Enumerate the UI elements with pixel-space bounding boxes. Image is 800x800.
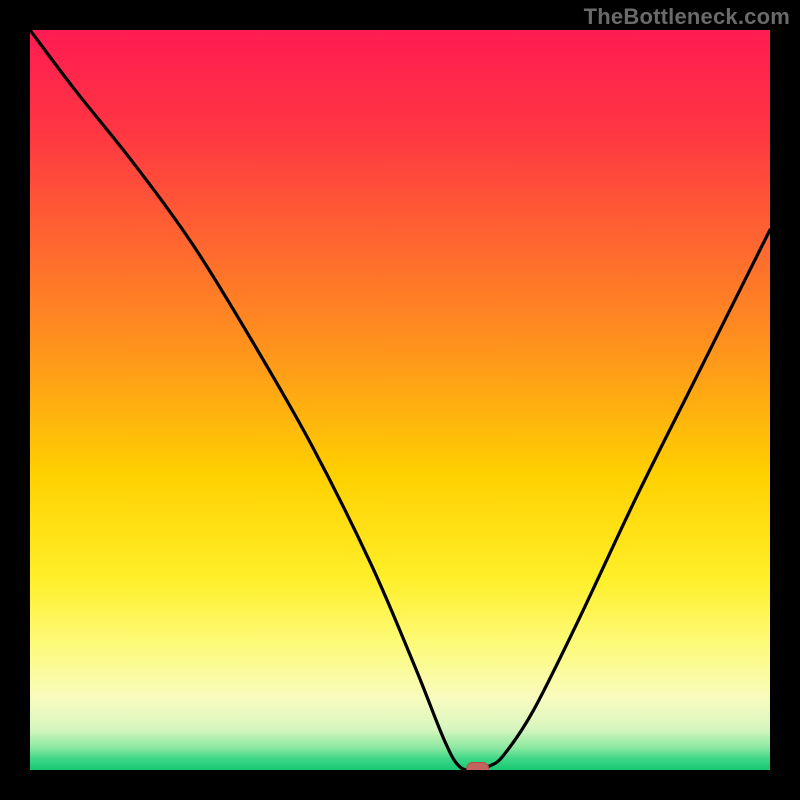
chart-frame: { "watermark": "TheBottleneck.com", "col… xyxy=(0,0,800,800)
watermark-text: TheBottleneck.com xyxy=(584,4,790,30)
optimal-point-marker xyxy=(467,763,489,776)
bottleneck-chart xyxy=(0,0,800,800)
plot-background xyxy=(30,30,770,770)
